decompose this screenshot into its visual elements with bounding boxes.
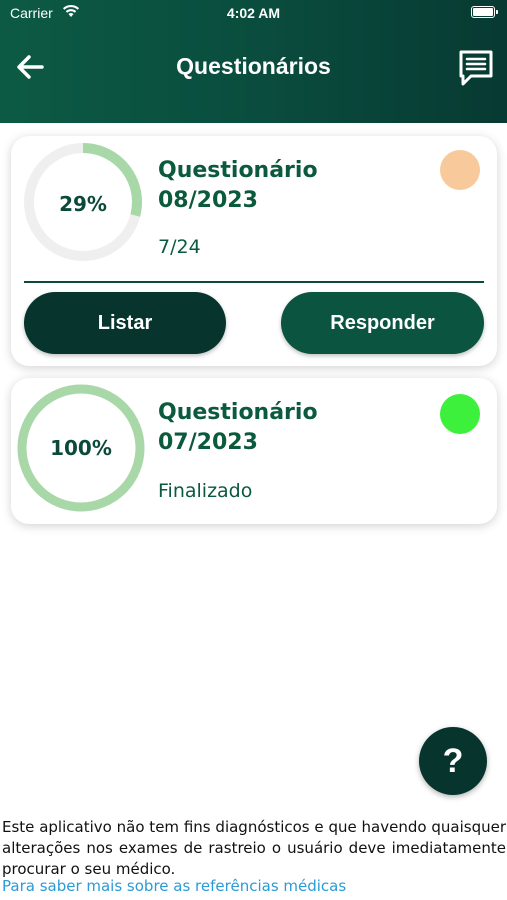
list-button[interactable]: Listar xyxy=(24,292,226,354)
page-title: Questionários xyxy=(176,53,331,79)
status-bar: Carrier 4:02 AM xyxy=(0,0,507,28)
answer-button[interactable]: Responder xyxy=(281,292,484,354)
status-indicator xyxy=(440,394,480,434)
medical-references-link[interactable]: Para saber mais sobre as referências méd… xyxy=(2,877,346,895)
messages-button[interactable] xyxy=(457,48,495,88)
app-header: Carrier 4:02 AM Questionários xyxy=(0,0,507,123)
divider xyxy=(24,281,484,283)
questionnaire-progress-count: 7/24 xyxy=(158,236,201,258)
battery-icon xyxy=(471,6,498,18)
questionnaire-title: Questionário 07/2023 xyxy=(158,400,318,455)
questionnaire-status: Finalizado xyxy=(158,480,253,502)
status-indicator xyxy=(440,150,480,190)
disclaimer-text: Este aplicativo não tem fins diagnóstico… xyxy=(2,818,506,878)
questionnaire-card[interactable]: 100% Questionário 07/2023 Finalizado xyxy=(11,378,497,524)
questionnaire-card[interactable]: 29% Questionário 08/2023 7/24 Listar Res… xyxy=(11,136,497,366)
questionnaire-title: Questionário 08/2023 xyxy=(158,158,318,213)
message-icon xyxy=(459,50,493,86)
help-button[interactable]: ? xyxy=(419,727,487,795)
progress-percent: 100% xyxy=(50,436,112,460)
progress-percent: 29% xyxy=(59,192,107,216)
status-time: 4:02 AM xyxy=(226,5,281,21)
